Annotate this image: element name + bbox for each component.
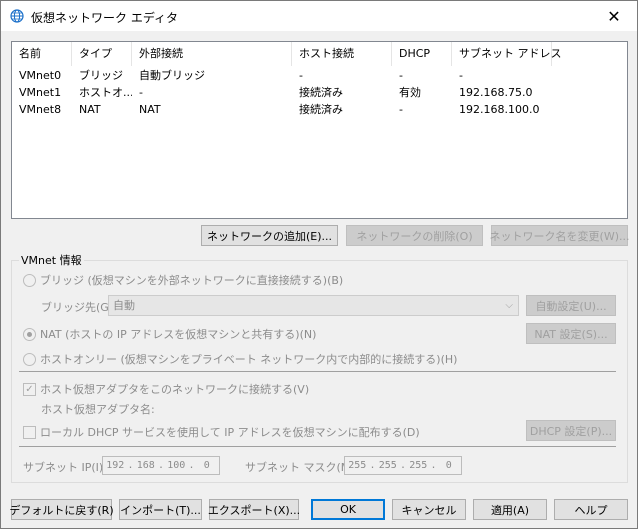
dhcp-settings-button[interactable]: DHCP 設定(P)...: [526, 420, 616, 441]
subnet-mask-label: サブネット マスク(M):: [245, 461, 359, 474]
cell-dhcp: -: [399, 103, 403, 116]
window-title: 仮想ネットワーク エディタ: [31, 11, 178, 25]
cell-dhcp: 有効: [399, 86, 421, 99]
cell-host: 接続済み: [299, 103, 343, 116]
cell-host: 接続済み: [299, 86, 343, 99]
connect-adapter-checkbox[interactable]: ✓ ホスト仮想アダプタをこのネットワークに接続する(V): [23, 381, 309, 397]
cell-name: VMnet8: [19, 103, 62, 116]
cell-subnet: -: [459, 69, 463, 82]
subnet-ip-label: サブネット IP(I):: [23, 461, 107, 474]
bridge-to-label: ブリッジ先(G):: [41, 301, 117, 314]
checkbox-icon: [23, 425, 36, 439]
cancel-button[interactable]: キャンセル: [392, 499, 466, 520]
help-button[interactable]: ヘルプ: [554, 499, 628, 520]
ip-octet: 100: [167, 460, 186, 471]
cell-host: -: [299, 69, 303, 82]
remove-network-button[interactable]: ネットワークの削除(O): [346, 225, 483, 246]
cell-external: NAT: [139, 103, 161, 116]
bridged-label: ブリッジ (仮想マシンを外部ネットワークに直接接続する)(B): [40, 274, 344, 287]
column-header-type[interactable]: タイプ: [72, 42, 132, 66]
mask-octet: 255: [378, 460, 397, 471]
cell-external: 自動ブリッジ: [139, 69, 205, 82]
subnet-ip-field[interactable]: 192. 168. 100. 0: [102, 456, 220, 475]
cell-subnet: 192.168.75.0: [459, 86, 533, 99]
cell-external: -: [139, 86, 143, 99]
ip-octet: 0: [203, 460, 210, 471]
dhcp-label: ローカル DHCP サービスを使用して IP アドレスを仮想マシンに配布する(D…: [40, 426, 420, 439]
auto-settings-button[interactable]: 自動設定(U)...: [526, 295, 616, 316]
restore-defaults-button[interactable]: デフォルトに戻す(R): [9, 499, 114, 520]
dhcp-checkbox[interactable]: ローカル DHCP サービスを使用して IP アドレスを仮想マシンに配布する(D…: [23, 424, 420, 440]
nat-label: NAT (ホストの IP アドレスを仮想マシンと共有する)(N): [40, 328, 317, 341]
host-only-label: ホストオンリー (仮想マシンをプライベート ネットワーク内で内部的に接続する)(…: [40, 353, 458, 366]
ip-octet: 168: [136, 460, 155, 471]
adapter-name-label: ホスト仮想アダプタ名:: [41, 403, 155, 416]
radio-circle: [23, 327, 36, 341]
nat-radio[interactable]: NAT (ホストの IP アドレスを仮想マシンと共有する)(N): [23, 326, 316, 342]
connect-adapter-label: ホスト仮想アダプタをこのネットワークに接続する(V): [40, 383, 310, 396]
export-button[interactable]: エクスポート(X)...: [208, 499, 300, 520]
cell-name: VMnet1: [19, 86, 62, 99]
rename-network-button[interactable]: ネットワーク名を変更(W)...: [490, 225, 629, 246]
close-icon: ✕: [607, 6, 621, 26]
bridged-radio[interactable]: ブリッジ (仮想マシンを外部ネットワークに直接接続する)(B): [23, 272, 343, 288]
bridge-to-select[interactable]: 自動 ⌵: [108, 295, 519, 316]
checkbox-checked-icon: ✓: [23, 382, 36, 396]
globe-icon: [10, 9, 24, 23]
table-row[interactable]: VMnet1 ホストオ... - 接続済み 有効 192.168.75.0: [12, 84, 627, 101]
radio-circle: [23, 352, 36, 366]
chevron-down-icon: ⌵: [505, 300, 513, 311]
close-button[interactable]: ✕: [591, 1, 637, 31]
column-header-name[interactable]: 名前: [12, 42, 72, 66]
mask-octet: 0: [445, 460, 452, 471]
cell-type: NAT: [79, 103, 101, 116]
cell-name: VMnet0: [19, 69, 62, 82]
column-header-host[interactable]: ホスト接続: [292, 42, 392, 66]
add-network-button[interactable]: ネットワークの追加(E)...: [201, 225, 338, 246]
vmnet-info-title: VMnet 情報: [19, 252, 84, 268]
ip-octet: 192: [106, 460, 125, 471]
table-row[interactable]: VMnet0 ブリッジ 自動ブリッジ - - -: [12, 67, 627, 84]
import-button[interactable]: インポート(T)...: [119, 499, 202, 520]
table-row[interactable]: VMnet8 NAT NAT 接続済み - 192.168.100.0: [12, 101, 627, 118]
divider: [19, 371, 616, 372]
cell-type: ブリッジ: [79, 69, 123, 82]
column-header-subnet[interactable]: サブネット アドレス: [452, 42, 562, 66]
title-bar: 仮想ネットワーク エディタ ✕: [1, 1, 637, 31]
mask-octet: 255: [348, 460, 367, 471]
column-header-dhcp[interactable]: DHCP: [392, 42, 452, 66]
list-header: 名前 タイプ 外部接続 ホスト接続 DHCP サブネット アドレス: [12, 42, 627, 66]
cell-subnet: 192.168.100.0: [459, 103, 540, 116]
divider: [19, 446, 616, 447]
cell-type: ホストオ...: [79, 86, 132, 99]
network-list[interactable]: 名前 タイプ 外部接続 ホスト接続 DHCP サブネット アドレス VMnet0…: [11, 41, 628, 219]
bridge-to-value: 自動: [113, 299, 135, 312]
subnet-mask-field[interactable]: 255. 255. 255. 0: [344, 456, 462, 475]
mask-octet: 255: [409, 460, 428, 471]
virtual-network-editor-window: 仮想ネットワーク エディタ ✕ 名前 タイプ 外部接続 ホスト接続 DHCP サ…: [0, 0, 638, 529]
ok-button[interactable]: OK: [311, 499, 385, 520]
apply-button[interactable]: 適用(A): [473, 499, 547, 520]
host-only-radio[interactable]: ホストオンリー (仮想マシンをプライベート ネットワーク内で内部的に接続する)(…: [23, 351, 457, 367]
radio-circle: [23, 273, 36, 287]
column-header-external[interactable]: 外部接続: [132, 42, 292, 66]
cell-dhcp: -: [399, 69, 403, 82]
nat-settings-button[interactable]: NAT 設定(S)...: [526, 323, 616, 344]
